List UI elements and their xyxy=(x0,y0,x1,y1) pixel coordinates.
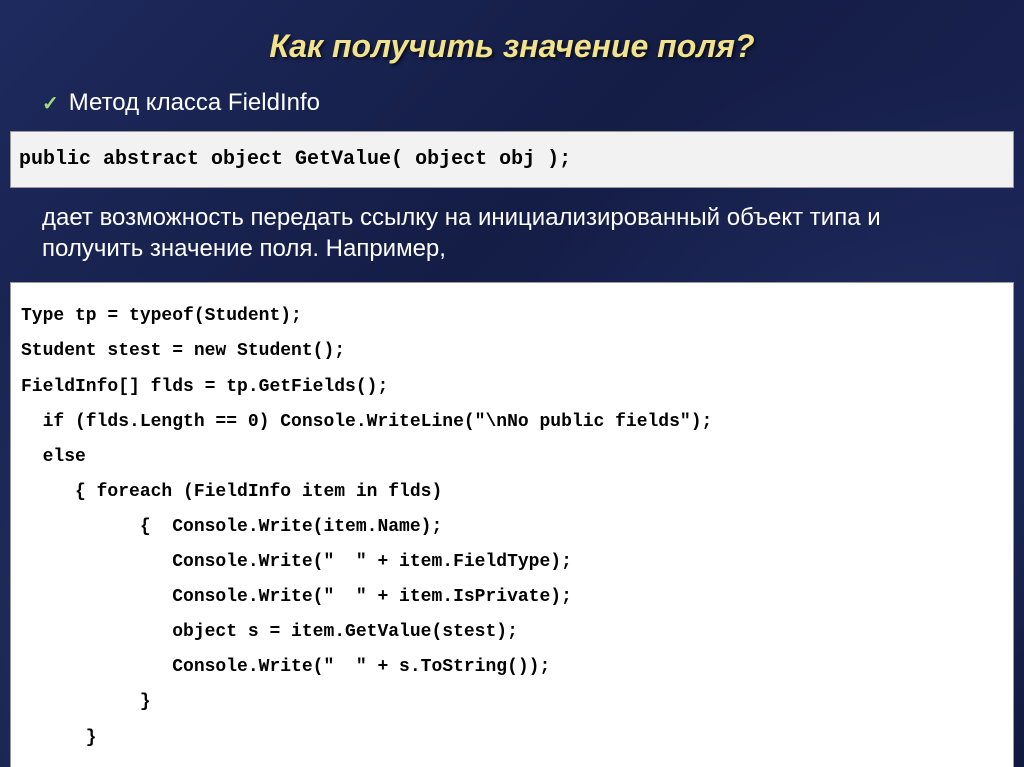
method-signature-box: public abstract object GetValue( object … xyxy=(10,131,1014,188)
code-example-box: Type tp = typeof(Student); Student stest… xyxy=(10,282,1014,767)
bullet-text: Метод класса FieldInfo xyxy=(69,89,320,117)
checkmark-icon: ✓ xyxy=(42,91,59,116)
slide-title: Как получить значение поля? xyxy=(0,28,1024,65)
bullet-item: ✓ Метод класса FieldInfo xyxy=(0,89,1024,131)
description-text: дает возможность передать ссылку на иниц… xyxy=(0,202,1024,282)
slide: Как получить значение поля? ✓ Метод клас… xyxy=(0,0,1024,767)
